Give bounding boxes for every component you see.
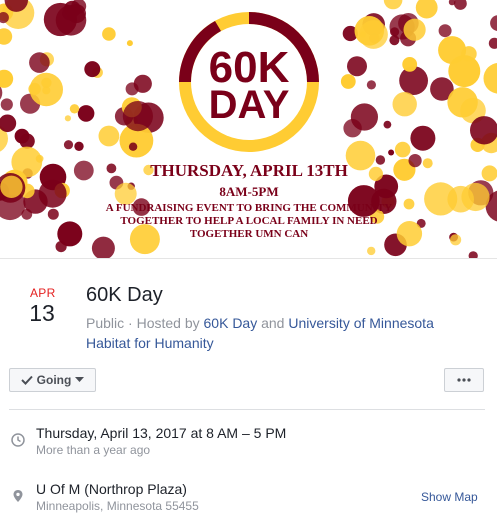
decorative-dot	[403, 198, 415, 210]
caret-down-icon	[75, 377, 85, 382]
decorative-dot	[340, 74, 356, 89]
decorative-dot	[29, 52, 50, 73]
decorative-dot	[488, 37, 497, 49]
more-options-button[interactable]	[444, 368, 484, 392]
decorative-dot	[490, 15, 497, 31]
banner-date: THURSDAY, APRIL 13TH	[150, 161, 348, 180]
decorative-dot	[29, 72, 63, 107]
decorative-dot	[403, 18, 426, 41]
event-day: 13	[29, 300, 55, 326]
event-address: Minneapolis, Minnesota 55455	[36, 499, 199, 513]
event-relative-time: More than a year ago	[36, 443, 151, 457]
decorative-dot	[375, 155, 386, 165]
going-label: Going	[36, 373, 72, 387]
event-meta: Public · Hosted by 60K Day and Universit…	[86, 313, 466, 353]
decorative-dot	[35, 154, 44, 163]
show-map-link[interactable]: Show Map	[421, 490, 478, 504]
banner-time: 8AM-5PM	[219, 184, 278, 199]
decorative-dot	[69, 104, 80, 114]
decorative-dot	[392, 92, 417, 117]
banner-divider	[0, 258, 497, 259]
hosted-by-text: · Hosted by	[128, 315, 200, 331]
banner-tagline-3: TOGETHER UMN CAN	[190, 228, 308, 240]
going-button[interactable]: Going	[9, 368, 96, 392]
decorative-dot	[125, 82, 139, 96]
decorative-dot	[14, 128, 30, 144]
decorative-dot	[0, 28, 13, 45]
decorative-dot	[394, 141, 411, 158]
decorative-dot	[0, 114, 17, 133]
event-title: 60K Day	[86, 284, 163, 306]
decorative-dot	[47, 208, 59, 220]
decorative-dot	[57, 221, 83, 247]
decorative-dot	[454, 0, 467, 10]
decorative-dot	[359, 20, 388, 49]
map-pin-icon	[13, 490, 23, 502]
event-location[interactable]: U Of M (Northrop Plaza)	[36, 481, 187, 497]
decorative-dot	[367, 246, 376, 256]
event-month: APR	[30, 286, 56, 300]
decorative-dot	[347, 56, 367, 77]
decorative-dot	[77, 105, 95, 122]
decorative-dot	[345, 140, 376, 171]
decorative-dot	[0, 175, 23, 198]
decorative-dot	[74, 141, 84, 151]
clock-icon	[11, 433, 25, 447]
decorative-dot	[448, 55, 481, 88]
decorative-dot	[415, 0, 438, 19]
decorative-dot	[422, 158, 433, 169]
decorative-dot	[21, 208, 33, 220]
decorative-dot	[408, 154, 422, 168]
decorative-dot	[450, 234, 462, 246]
decorative-dot	[388, 149, 395, 156]
decorative-dot	[447, 87, 478, 118]
decorative-dot	[102, 27, 116, 41]
decorative-dot	[126, 40, 133, 47]
decorative-dot	[366, 80, 376, 90]
decorative-dot	[483, 63, 497, 94]
decorative-dot	[343, 119, 362, 138]
banner-tagline-2: TOGETHER TO HELP A LOCAL FAMILY IN NEED	[120, 215, 377, 227]
decorative-dot	[128, 142, 138, 151]
decorative-dot	[383, 120, 392, 129]
decorative-dot	[67, 4, 86, 24]
more-dots-icon	[457, 378, 471, 382]
decorative-dot	[389, 35, 400, 46]
decorative-dot	[73, 160, 94, 181]
event-visibility: Public	[86, 315, 125, 331]
decorative-dot	[0, 98, 13, 111]
decorative-dot	[481, 165, 497, 182]
decorative-dot	[447, 185, 475, 213]
decorative-dot	[64, 115, 71, 122]
decorative-dot	[410, 125, 436, 151]
decorative-dot	[468, 251, 478, 258]
decorative-dot	[368, 166, 383, 181]
decorative-dot	[396, 221, 423, 247]
decorative-dot	[38, 179, 67, 208]
decorative-dot	[84, 61, 101, 78]
details-divider	[9, 409, 485, 410]
event-cover-image[interactable]: 60K DAY THURSDAY, APRIL 13TH 8AM-5PM A F…	[0, 0, 497, 258]
check-icon	[20, 375, 33, 385]
banner-tagline-1: A FUNDRAISING EVENT TO BRING THE COMMUNI…	[106, 202, 393, 214]
and-text: and	[261, 315, 285, 331]
event-datetime: Thursday, April 13, 2017 at 8 AM – 5 PM	[36, 425, 287, 441]
decorative-dot	[0, 69, 14, 88]
decorative-dot	[98, 125, 120, 147]
decorative-dot	[129, 224, 160, 255]
decorative-dot	[390, 27, 400, 37]
banner-headline-2: DAY	[209, 83, 290, 127]
host-link-60k-day[interactable]: 60K Day	[204, 315, 258, 331]
decorative-dot	[383, 0, 403, 10]
decorative-dot	[402, 57, 418, 72]
decorative-dot	[438, 24, 452, 38]
decorative-dot	[122, 101, 153, 132]
decorative-dot	[106, 163, 117, 174]
decorative-dot	[91, 236, 115, 258]
decorative-dot	[63, 140, 74, 150]
